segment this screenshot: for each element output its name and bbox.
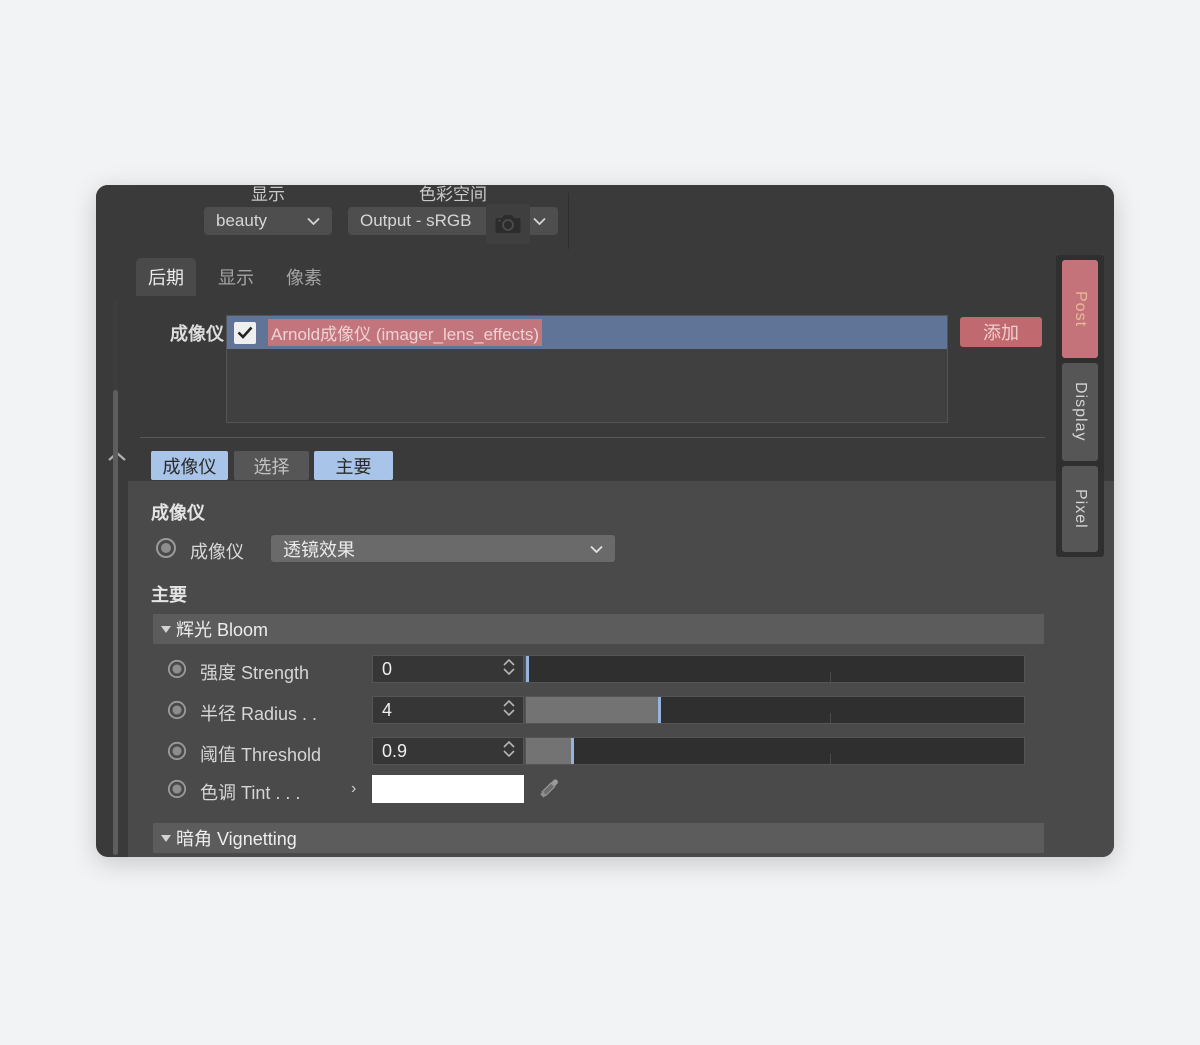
spinner-arrows-icon[interactable] — [501, 739, 517, 764]
chevron-down-icon — [533, 217, 546, 225]
bloom-group-label: 辉光 Bloom — [176, 620, 269, 640]
imager-type-value: 透镜效果 — [283, 539, 355, 560]
param-row-radius: 半径 Radius . . 4 — [153, 694, 1044, 726]
threshold-radio[interactable] — [167, 741, 187, 761]
side-tab-pixel-label: Pixel — [1072, 489, 1089, 529]
imager-type-dropdown[interactable]: 透镜效果 — [271, 535, 615, 562]
top-toolbar: 显示 beauty 色彩空间 Output - sRGB — [96, 185, 1114, 256]
spinner-arrows-icon[interactable] — [501, 698, 517, 723]
imager-group-title: 成像仪 — [151, 503, 205, 523]
strength-slider-handle[interactable] — [526, 656, 529, 682]
chevron-down-icon — [590, 545, 603, 553]
strength-slider[interactable] — [525, 655, 1025, 683]
threshold-label: 阈值 Threshold — [200, 745, 322, 765]
toolbar-divider — [568, 193, 569, 249]
minitab-imager[interactable]: 成像仪 — [151, 451, 228, 480]
eyedropper-icon[interactable] — [537, 777, 561, 801]
radius-spinbox[interactable]: 4 — [372, 696, 524, 724]
param-row-strength: 强度 Strength 0 — [153, 653, 1044, 685]
imager-list-label: 成像仪 — [170, 324, 224, 344]
bloom-group-header[interactable]: 辉光 Bloom — [153, 614, 1044, 644]
side-tab-post[interactable]: Post — [1062, 260, 1098, 358]
check-icon — [237, 326, 253, 339]
radius-label: 半径 Radius . . — [200, 704, 318, 724]
slider-tick — [829, 712, 831, 723]
param-row-threshold: 阈值 Threshold 0.9 — [153, 735, 1044, 767]
vignetting-group-label: 暗角 Vignetting — [176, 829, 297, 849]
section-divider — [140, 437, 1045, 438]
minitab-main[interactable]: 主要 — [314, 451, 393, 480]
tint-label: 色调 Tint . . . — [200, 783, 301, 803]
slider-tick — [829, 671, 831, 682]
tint-expand-arrow[interactable]: › — [351, 780, 356, 798]
camera-icon — [495, 215, 521, 233]
tab-post[interactable]: 后期 — [136, 258, 196, 296]
vignetting-group-header[interactable]: 暗角 Vignetting — [153, 823, 1044, 853]
radius-slider-handle[interactable] — [657, 697, 661, 723]
tint-radio[interactable] — [167, 779, 187, 799]
side-tab-display-label: Display — [1072, 382, 1089, 442]
threshold-spinbox[interactable]: 0.9 — [372, 737, 524, 765]
vertical-scrollbar-thumb[interactable] — [113, 390, 118, 855]
radius-slider-fill — [526, 697, 658, 723]
display-aov-dropdown[interactable]: beauty — [204, 207, 332, 235]
add-imager-button[interactable]: 添加 — [960, 317, 1042, 347]
strength-spinbox[interactable]: 0 — [372, 655, 524, 683]
imager-type-radio[interactable] — [155, 537, 177, 564]
radius-value: 4 — [382, 699, 393, 720]
tint-color-swatch[interactable] — [372, 775, 524, 803]
side-tab-post-label: Post — [1072, 290, 1089, 327]
main-group-title: 主要 — [151, 585, 187, 605]
minitab-select[interactable]: 选择 — [234, 451, 309, 480]
param-row-tint: 色调 Tint . . . › — [153, 773, 1044, 805]
snapshot-button[interactable] — [486, 204, 530, 244]
imager-item-name: Arnold成像仪 (imager_lens_effects) — [268, 319, 543, 346]
display-caption: 显示 — [251, 185, 285, 204]
strength-label: 强度 Strength — [200, 663, 310, 683]
strength-radio[interactable] — [167, 659, 187, 679]
side-tab-display[interactable]: Display — [1062, 363, 1098, 461]
radius-radio[interactable] — [167, 700, 187, 720]
threshold-slider-fill — [526, 738, 571, 764]
tab-pixel[interactable]: 像素 — [274, 258, 334, 296]
imager-list-item[interactable]: Arnold成像仪 (imager_lens_effects) — [227, 316, 947, 349]
imager-listbox[interactable]: Arnold成像仪 (imager_lens_effects) — [226, 315, 948, 423]
imager-enabled-checkbox[interactable] — [234, 321, 256, 344]
side-tab-pixel[interactable]: Pixel — [1062, 466, 1098, 552]
slider-tick — [829, 753, 831, 764]
display-aov-value: beauty — [216, 211, 268, 230]
chevron-down-icon — [307, 217, 320, 225]
strength-value: 0 — [382, 658, 393, 679]
threshold-slider-handle[interactable] — [570, 738, 574, 764]
radius-slider[interactable] — [525, 696, 1025, 724]
triangle-down-icon — [161, 834, 171, 842]
threshold-slider[interactable] — [525, 737, 1025, 765]
triangle-down-icon — [161, 625, 171, 633]
tab-display[interactable]: 显示 — [206, 258, 266, 296]
threshold-value: 0.9 — [382, 740, 408, 761]
imager-type-label: 成像仪 — [190, 542, 244, 562]
spinner-arrows-icon[interactable] — [501, 657, 517, 682]
display-aov-group: 显示 beauty — [204, 185, 332, 235]
